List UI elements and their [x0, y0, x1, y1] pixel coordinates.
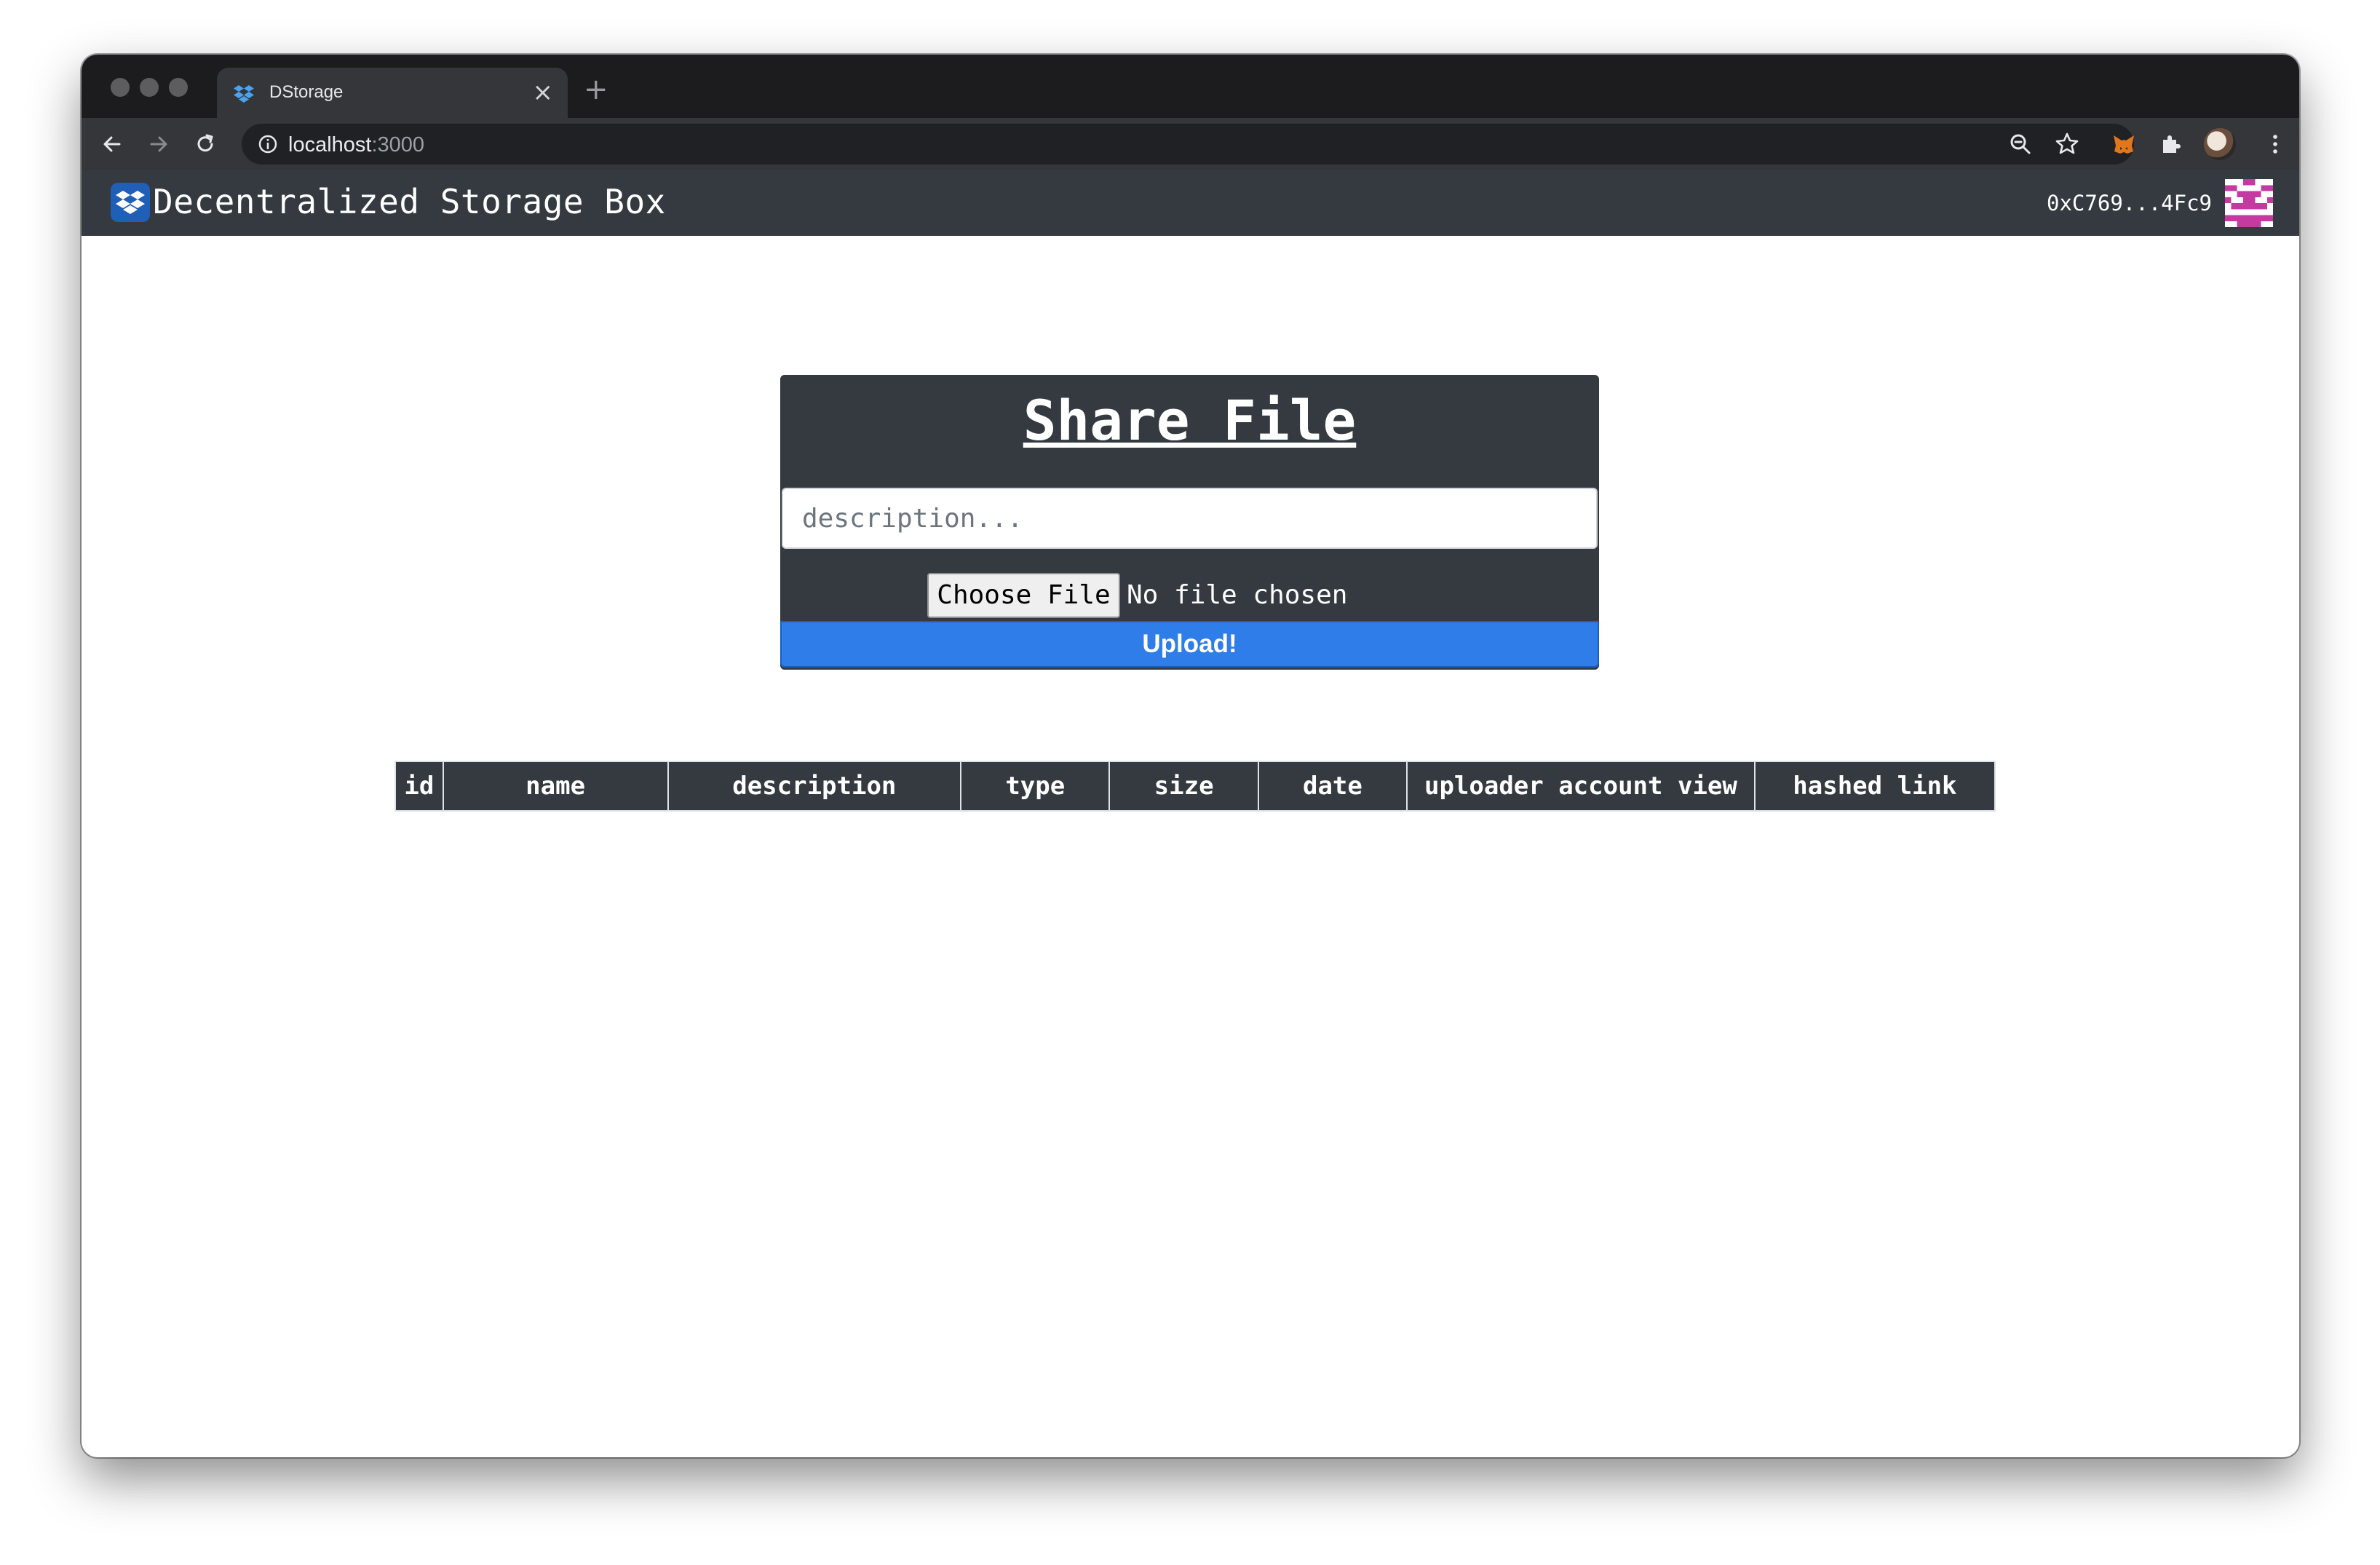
column-header-size: size	[1108, 761, 1259, 812]
file-status-text: No file chosen	[1127, 580, 1348, 610]
bookmark-star-icon[interactable]	[2052, 130, 2082, 159]
choose-file-button[interactable]: Choose File	[927, 573, 1120, 618]
tab-dstorage[interactable]: DStorage ×	[217, 68, 568, 118]
browser-window: DStorage × + localhost:3000 Decentralize…	[82, 55, 2299, 1457]
share-file-form: Share File Choose File No file chosen Up…	[780, 375, 1599, 670]
browser-toolbar: localhost:3000	[82, 118, 2299, 170]
share-file-title: Share File	[1023, 388, 1357, 453]
tab-title: DStorage	[269, 82, 344, 102]
column-header-id: id	[394, 761, 444, 812]
tab-strip: DStorage × +	[82, 55, 2299, 118]
back-arrow-icon[interactable]	[99, 131, 125, 157]
profile-avatar[interactable]	[2204, 128, 2236, 160]
address-bar[interactable]: localhost:3000	[242, 124, 2134, 165]
column-header-hashed-link: hashed link	[1753, 761, 1996, 812]
description-input[interactable]	[782, 488, 1598, 549]
extensions-puzzle-icon[interactable]	[2156, 130, 2185, 159]
reload-icon[interactable]	[192, 131, 218, 157]
zoom-icon[interactable]	[2006, 130, 2035, 159]
close-window-button[interactable]	[111, 78, 130, 97]
metamask-fox-icon[interactable]	[2109, 130, 2138, 159]
maximize-window-button[interactable]	[169, 78, 188, 97]
account-address: 0xC769...4Fc9	[2047, 191, 2212, 215]
minimize-window-button[interactable]	[140, 78, 159, 97]
site-info-icon[interactable]	[258, 134, 278, 154]
column-header-name: name	[442, 761, 669, 812]
column-header-date: date	[1257, 761, 1408, 812]
upload-button[interactable]: Upload!	[780, 621, 1599, 667]
file-picker: Choose File No file chosen	[780, 573, 1599, 619]
column-header-type: type	[960, 761, 1111, 812]
files-table: id name description type size date uploa…	[394, 761, 1996, 812]
more-menu-icon[interactable]	[2261, 130, 2290, 159]
app-navbar: Decentralized Storage Box 0xC769...4Fc9	[82, 170, 2299, 236]
forward-arrow-icon[interactable]	[146, 131, 172, 157]
account-identicon	[2225, 179, 2273, 227]
url-text: localhost:3000	[288, 133, 425, 156]
dropbox-logo-icon[interactable]	[111, 183, 150, 222]
new-tab-button[interactable]: +	[584, 74, 608, 106]
table-header-row: id name description type size date uploa…	[394, 761, 1996, 812]
brand-title[interactable]: Decentralized Storage Box	[153, 182, 666, 221]
column-header-description: description	[667, 761, 962, 812]
dropbox-favicon-icon	[234, 85, 254, 103]
tab-close-icon[interactable]: ×	[533, 78, 554, 107]
column-header-uploader: uploader account view	[1406, 761, 1756, 812]
